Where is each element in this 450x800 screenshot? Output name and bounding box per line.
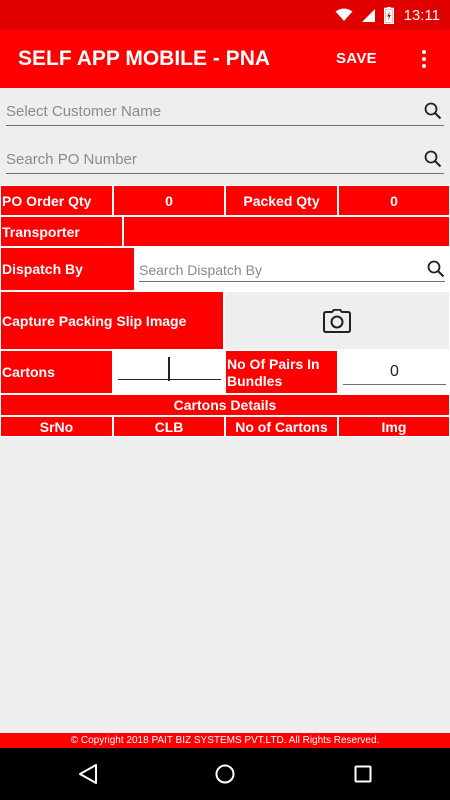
pairs-cell: 0 xyxy=(338,350,450,394)
pairs-input[interactable]: 0 xyxy=(343,363,446,383)
recents-icon[interactable] xyxy=(351,762,375,786)
search-icon[interactable] xyxy=(424,102,442,120)
search-icon[interactable] xyxy=(427,260,445,278)
copyright-footer: © Copyright 2018 PAIT BIZ SYSTEMS PVT.LT… xyxy=(0,733,450,748)
signal-icon xyxy=(361,8,375,22)
status-bar: 13:11 xyxy=(0,0,450,30)
app-title: SELF APP MOBILE - PNA xyxy=(18,47,271,70)
cartons-details-title: Cartons Details xyxy=(0,394,450,416)
clock: 13:11 xyxy=(403,6,440,24)
wifi-icon xyxy=(335,8,353,21)
po-search-input[interactable] xyxy=(6,148,406,170)
navigation-bar xyxy=(0,748,450,800)
column-header-no-of-cartons: No of Cartons xyxy=(225,416,338,437)
back-icon[interactable] xyxy=(76,762,100,786)
capture-image-button[interactable] xyxy=(224,291,450,350)
dispatch-by-label: Dispatch By xyxy=(0,247,135,291)
pairs-in-bundles-label: No Of Pairs In Bundles xyxy=(225,350,338,394)
po-search-field[interactable] xyxy=(6,144,444,174)
po-order-qty-label: PO Order Qty xyxy=(0,185,113,216)
pairs-input-underline xyxy=(343,384,446,385)
transporter-value[interactable] xyxy=(123,216,450,247)
column-header-srno: SrNo xyxy=(0,416,113,437)
packed-qty-value: 0 xyxy=(338,185,450,216)
more-vert-icon[interactable] xyxy=(414,47,434,71)
transporter-label: Transporter xyxy=(0,216,123,247)
cartons-cell xyxy=(113,350,225,394)
dispatch-by-cell xyxy=(135,247,450,291)
customer-search-field[interactable] xyxy=(6,96,444,126)
cartons-input[interactable] xyxy=(118,357,221,379)
search-icon[interactable] xyxy=(424,150,442,168)
battery-charging-icon xyxy=(383,6,394,24)
dispatch-by-field[interactable] xyxy=(139,258,445,282)
save-button[interactable]: SAVE xyxy=(336,50,377,67)
camera-icon[interactable] xyxy=(323,308,351,333)
capture-packing-slip-label: Capture Packing Slip Image xyxy=(0,291,224,350)
status-icons: 13:11 xyxy=(335,4,440,26)
dispatch-by-input[interactable] xyxy=(139,260,419,280)
packed-qty-label: Packed Qty xyxy=(225,185,338,216)
po-order-qty-value: 0 xyxy=(113,185,225,216)
cartons-label: Cartons xyxy=(0,350,113,394)
app-bar: SELF APP MOBILE - PNA SAVE xyxy=(0,30,450,88)
po-form-grid: PO Order Qty 0 Packed Qty 0 Transporter … xyxy=(0,185,450,437)
column-header-clb: CLB xyxy=(113,416,225,437)
column-header-img: Img xyxy=(338,416,450,437)
customer-search-input[interactable] xyxy=(6,100,406,122)
home-icon[interactable] xyxy=(213,762,237,786)
